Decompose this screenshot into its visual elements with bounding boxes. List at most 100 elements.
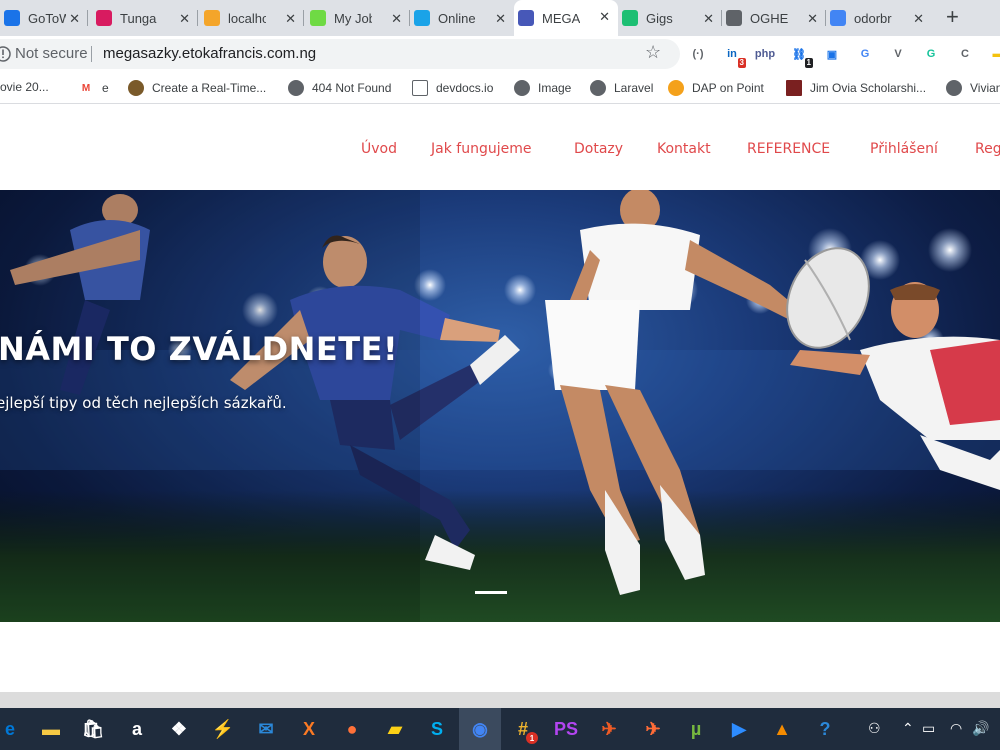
new-tab-button[interactable]: + <box>946 6 959 28</box>
edge-icon[interactable]: e <box>0 716 23 742</box>
close-tab-icon[interactable]: ✕ <box>495 11 506 27</box>
notification-badge: 1 <box>526 732 538 744</box>
warning-icon[interactable] <box>0 46 11 62</box>
bookmark-label: Vivian <box>970 81 1000 95</box>
bookmarks-bar: Movie 20... Me Create a Real-Time... 404 No… <box>0 72 1000 104</box>
extension-label: ⛓ <box>792 48 806 61</box>
bookmark-item[interactable]: Create a Real-Time... <box>128 80 266 96</box>
nav-dotazy[interactable]: Dotazy <box>574 141 623 157</box>
firefox-icon[interactable]: ● <box>339 716 365 742</box>
address-bar[interactable]: Not secure megasazky.etokafrancis.com.ng… <box>0 39 680 69</box>
php-icon[interactable]: php <box>755 44 775 64</box>
nav-registrace[interactable]: Reg <box>975 141 1000 157</box>
taskbar-glyph: ❖ <box>170 718 188 739</box>
extension-label: php <box>754 48 776 60</box>
link-icon[interactable]: ⛓ 1 <box>789 44 813 68</box>
close-tab-icon[interactable]: ✕ <box>391 11 402 27</box>
close-tab-icon[interactable]: ✕ <box>69 11 80 27</box>
taskbar-glyph: X <box>302 718 315 739</box>
chrome-icon[interactable]: ◉ <box>459 708 501 750</box>
volume-icon[interactable]: 🔊 <box>972 720 989 737</box>
close-tab-icon[interactable]: ✕ <box>807 11 818 27</box>
postman-icon[interactable]: ✈ <box>596 716 622 742</box>
extension-label: G <box>926 48 936 60</box>
linkedin-icon[interactable]: in 3 <box>722 44 746 68</box>
close-tab-icon[interactable]: ✕ <box>285 11 296 27</box>
vlc-icon[interactable]: ▲ <box>769 716 795 742</box>
help-icon[interactable]: ? <box>812 716 838 742</box>
c-icon[interactable]: C <box>955 44 975 64</box>
tab-separator <box>303 10 304 26</box>
fiverr-icon <box>622 10 638 26</box>
bookmark-item[interactable]: Vivian <box>946 80 1000 96</box>
chevron-up-icon[interactable]: ⌃ <box>902 720 914 737</box>
online-icon <box>414 10 430 26</box>
taskbar-glyph: PS <box>553 718 578 739</box>
taskbar-glyph: µ <box>690 718 702 739</box>
security-status[interactable]: Not secure <box>15 45 88 62</box>
dropbox-icon[interactable]: ❖ <box>166 716 192 742</box>
carousel-indicator[interactable] <box>475 591 507 594</box>
bookmark-item[interactable]: Movie 20... <box>0 80 49 94</box>
nav-prihlaseni[interactable]: Přihlášení <box>870 141 938 157</box>
page-footer-band <box>0 692 1000 708</box>
browser-tab[interactable]: Online ✕ <box>410 2 514 34</box>
browser-tab[interactable]: MEGA ✕ <box>514 0 618 36</box>
bookmark-star-icon[interactable]: ☆ <box>645 42 661 63</box>
phpmyadmin-icon <box>204 10 220 26</box>
sticky-notes-icon[interactable]: ▰ <box>382 716 408 742</box>
xampp-icon[interactable]: X <box>296 716 322 742</box>
taskbar-glyph: ✈ <box>645 718 661 739</box>
translate-icon[interactable]: G <box>855 44 875 64</box>
screen-icon[interactable]: ▣ <box>822 44 842 64</box>
browser-tab[interactable]: localho ✕ <box>200 2 304 34</box>
wifi-icon[interactable]: ◠ <box>950 720 962 737</box>
battery-icon[interactable]: ▭ <box>922 720 935 737</box>
utorrent-icon[interactable]: µ <box>683 716 709 742</box>
nav-reference[interactable]: REFERENCE <box>747 141 830 157</box>
mail-icon[interactable]: ✉ <box>253 716 279 742</box>
browser-tab[interactable]: My Job ✕ <box>306 2 410 34</box>
store-icon[interactable]: 🛍 <box>80 716 106 742</box>
bookmark-item[interactable]: devdocs.io <box>412 80 493 96</box>
close-tab-icon[interactable]: ✕ <box>703 11 714 27</box>
slack-icon[interactable]: #1 <box>510 716 538 744</box>
bookmark-item[interactable]: Laravel <box>590 80 653 96</box>
browser-tab[interactable]: GoToW ✕ <box>0 2 88 34</box>
zoom-icon[interactable]: ▶ <box>726 716 752 742</box>
code-icon[interactable]: (·) <box>688 44 708 64</box>
browser-tab[interactable]: odorbr ✕ <box>826 2 932 34</box>
bookmark-item[interactable]: DAP on Point <box>668 80 764 96</box>
nav-kontakt[interactable]: Kontakt <box>657 141 711 157</box>
phpstorm-icon[interactable]: PS <box>553 716 579 742</box>
people-icon[interactable]: ⚇ <box>868 720 881 737</box>
close-tab-icon[interactable]: ✕ <box>599 9 610 25</box>
bookmark-item[interactable]: Me <box>78 80 109 96</box>
dap-icon <box>668 80 684 96</box>
v-icon[interactable]: V <box>888 44 908 64</box>
taskbar-glyph: ✉ <box>258 718 274 739</box>
skype-icon[interactable]: S <box>424 716 450 742</box>
browser-tab[interactable]: OGHEN ✕ <box>722 2 826 34</box>
browser-tab[interactable]: Gigs ✕ <box>618 2 722 34</box>
jimovia-icon <box>786 80 802 96</box>
grammarly-icon[interactable]: G <box>921 44 941 64</box>
yellow-icon[interactable]: ▬ <box>988 44 1000 64</box>
url-text[interactable]: megasazky.etokafrancis.com.ng <box>103 45 316 62</box>
taskbar-glyph: ▶ <box>732 718 746 739</box>
browser-tab[interactable]: Tunga ✕ <box>92 2 198 34</box>
close-tab-icon[interactable]: ✕ <box>179 11 190 27</box>
nav-uvod[interactable]: Úvod <box>361 141 397 157</box>
azure-icon[interactable]: ⚡ <box>210 716 236 742</box>
postman2-icon[interactable]: ✈ <box>640 716 666 742</box>
bookmark-item[interactable]: Image <box>514 80 571 96</box>
amazon-icon[interactable]: a <box>124 716 150 742</box>
bookmark-item[interactable]: 404 Not Found <box>288 80 391 96</box>
file-explorer-icon[interactable]: ▬ <box>38 716 64 742</box>
upwork-icon <box>310 10 326 26</box>
close-tab-icon[interactable]: ✕ <box>913 11 924 27</box>
nav-jak-fungujeme[interactable]: Jak fungujeme <box>431 141 531 157</box>
windows-taskbar: e ▬ 🛍 a ❖ ⚡ ✉ X ● ▰ S ◉ #1 PS ✈ ✈ µ ▶ ▲? ⚇ ⌃ ▭ ◠ 🔊 <box>0 708 1000 750</box>
bookmark-item[interactable]: Jim Ovia Scholarshi... <box>786 80 926 96</box>
taskbar-glyph: ▰ <box>388 718 402 739</box>
